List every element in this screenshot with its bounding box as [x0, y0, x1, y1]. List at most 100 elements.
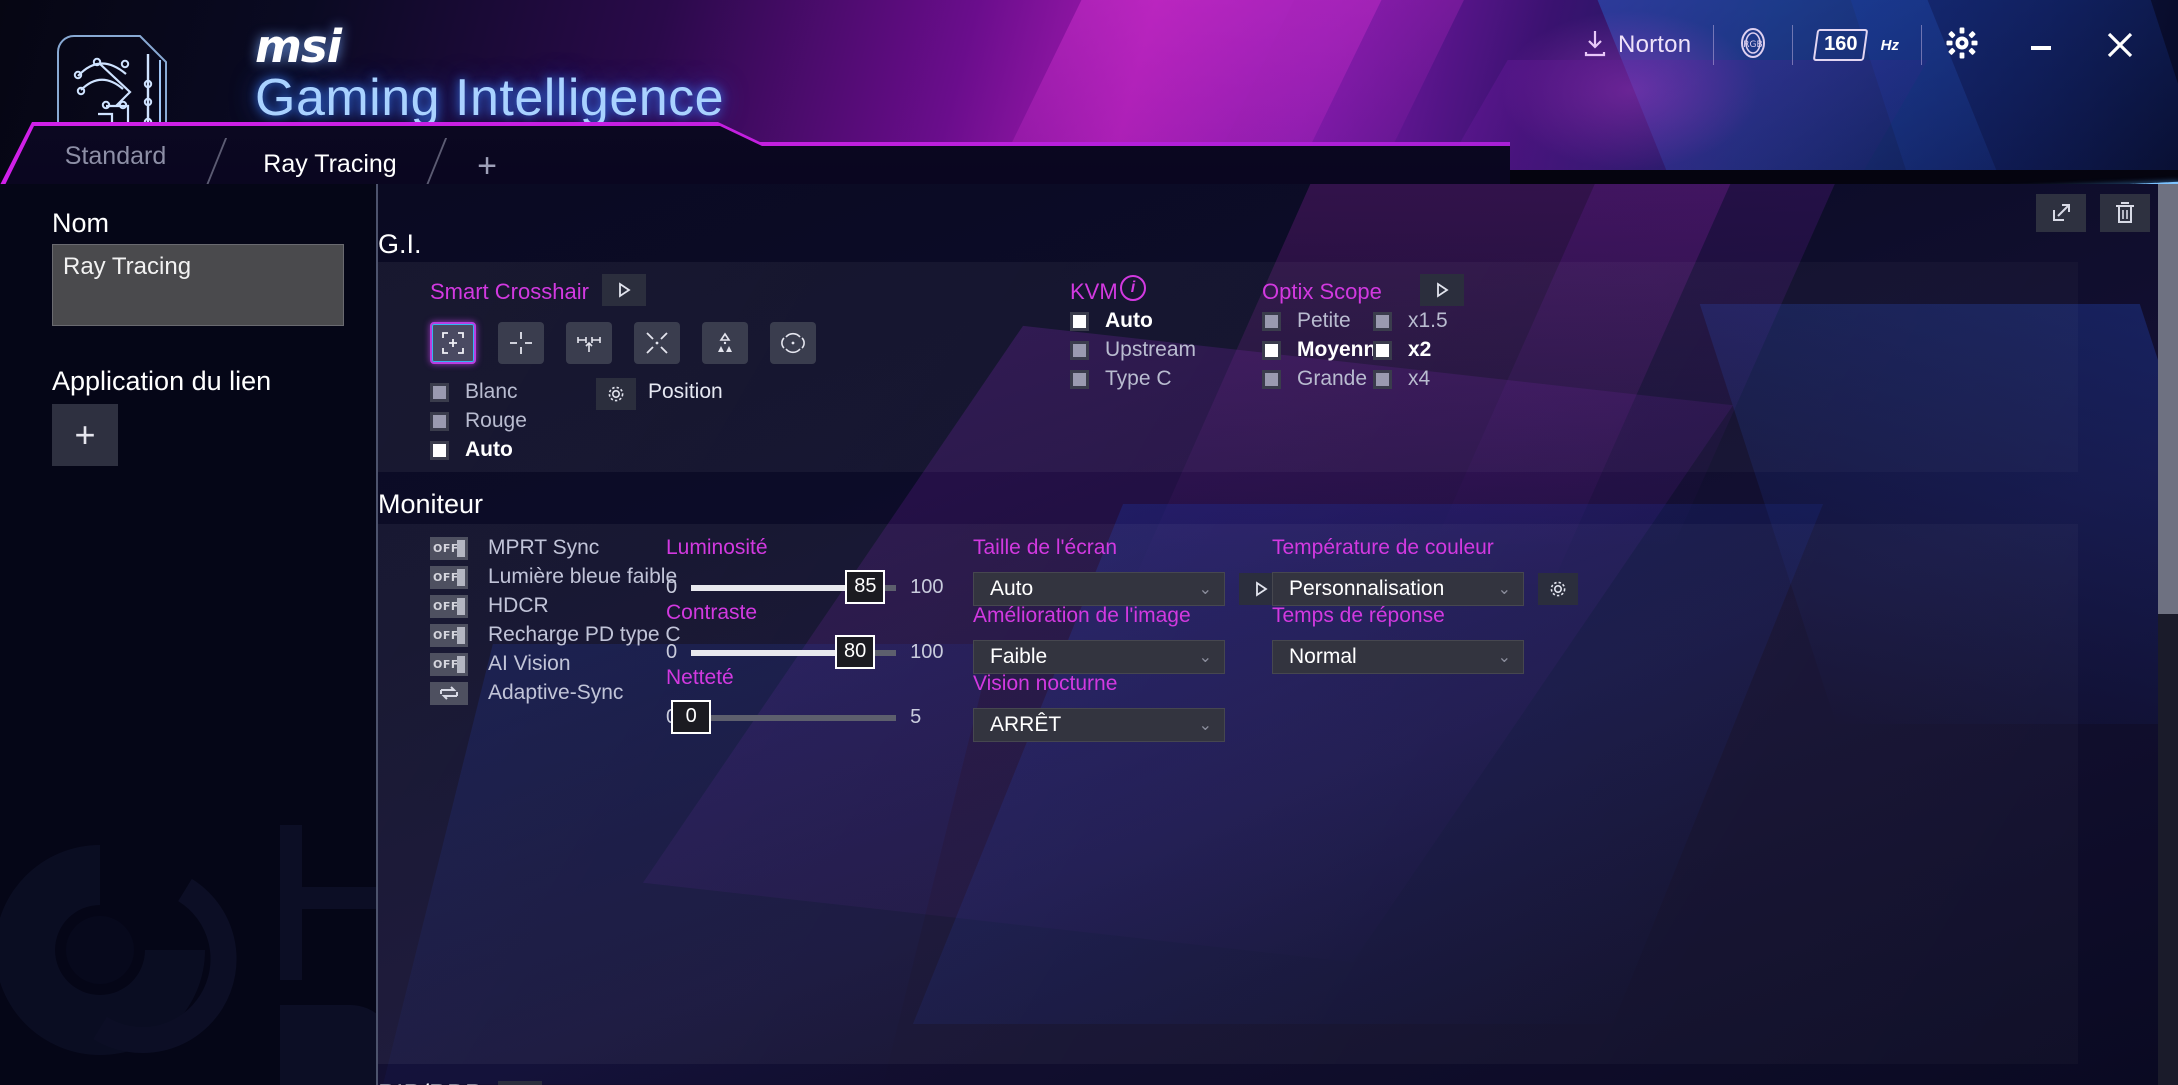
gear-icon: [1550, 581, 1566, 597]
pip-pbp-preview-button[interactable]: [498, 1081, 542, 1085]
adaptive-sync-button[interactable]: [430, 681, 468, 705]
low-blue-light-label: Lumière bleue faible: [488, 565, 678, 588]
sharpness-slider-thumb[interactable]: 0: [671, 699, 712, 734]
contrast-max: 100: [910, 641, 944, 663]
radio-box: [1262, 369, 1281, 389]
optix-zoom-x15-label: x1.5: [1408, 309, 1448, 332]
optix-zoom-x4-label: x4: [1408, 367, 1431, 390]
toggle-row-low-blue-light[interactable]: OFF Lumière bleue faible: [430, 565, 677, 589]
mprt-sync-toggle[interactable]: OFF: [430, 536, 468, 560]
export-profile-button[interactable]: [2036, 194, 2086, 232]
settings-button[interactable]: [1922, 17, 2002, 73]
rgb-button[interactable]: RGB: [1714, 17, 1792, 73]
optix-size-petite[interactable]: Petite: [1262, 309, 1351, 333]
minimize-icon: [2031, 46, 2051, 50]
delete-profile-button[interactable]: [2100, 194, 2150, 232]
image-enhancement-dropdown[interactable]: Faible ⌄: [973, 640, 1225, 674]
response-time-dropdown[interactable]: Normal ⌄: [1272, 640, 1524, 674]
norton-label: Norton: [1618, 31, 1692, 58]
optix-zoom-x4[interactable]: x4: [1373, 367, 1430, 391]
crosshair-color-rouge[interactable]: Rouge: [430, 409, 527, 433]
add-profile-tab-button[interactable]: +: [455, 142, 519, 190]
optix-size-moyenne[interactable]: Moyenne: [1262, 338, 1388, 362]
toggle-row-pd-type-c[interactable]: OFF Recharge PD type C: [430, 623, 681, 647]
image-enhancement-value: Faible: [990, 645, 1048, 668]
tab-ray-tracing[interactable]: Ray Tracing: [250, 140, 410, 188]
chevron-down-icon: ⌄: [1497, 649, 1511, 666]
refresh-rate-button[interactable]: 160 Hz: [1793, 17, 1921, 73]
pd-type-c-label: Recharge PD type C: [488, 623, 681, 646]
night-vision-value: ARRÊT: [990, 713, 1062, 736]
content-scrollbar-thumb[interactable]: [2158, 184, 2178, 614]
kvm-option-typec[interactable]: Type C: [1070, 367, 1172, 391]
optix-size-grande[interactable]: Grande: [1262, 367, 1367, 391]
chevron-down-icon: ⌄: [1198, 717, 1212, 734]
sharpness-slider[interactable]: 0: [671, 699, 897, 734]
crosshair-color-blanc[interactable]: Blanc: [430, 380, 518, 404]
crosshair-color-auto[interactable]: Auto: [430, 438, 513, 462]
crosshair-color-blanc-label: Blanc: [465, 380, 518, 403]
content-scrollbar[interactable]: [2158, 184, 2178, 1085]
night-vision-dropdown[interactable]: ARRÊT ⌄: [973, 708, 1225, 742]
kvm-option-auto[interactable]: Auto: [1070, 309, 1153, 333]
kvm-option-auto-label: Auto: [1105, 309, 1153, 332]
toggle-row-mprt-sync[interactable]: OFF MPRT Sync: [430, 536, 599, 560]
optix-zoom-x2[interactable]: x2: [1373, 338, 1431, 362]
crosshair-dashed-cross-icon: [510, 332, 532, 354]
crosshair-bracket-plus-button[interactable]: [430, 322, 476, 364]
chevron-down-icon: ⌄: [1198, 581, 1212, 598]
refresh-rate-unit: Hz: [1880, 36, 1899, 54]
ai-vision-toggle[interactable]: OFF: [430, 652, 468, 676]
toggle-knob: [457, 626, 465, 644]
crosshair-x-dot-button[interactable]: [634, 322, 680, 364]
info-icon[interactable]: i: [1120, 275, 1146, 301]
toggle-row-hdcr[interactable]: OFF HDCR: [430, 594, 549, 618]
radio-box: [1262, 311, 1281, 331]
toggle-knob: [457, 597, 465, 615]
crosshair-bracket-plus-icon: [442, 332, 464, 354]
brightness-slider[interactable]: 85: [691, 569, 897, 604]
response-time-block: Temps de réponse Normal ⌄: [1272, 604, 1524, 674]
chevron-down-icon: ⌄: [1198, 649, 1212, 666]
brightness-slider-block: Luminosité 0 85 100: [666, 536, 944, 604]
toggle-row-adaptive-sync[interactable]: Adaptive-Sync: [430, 681, 623, 705]
norton-button[interactable]: Norton: [1560, 17, 1713, 73]
crosshair-position-button[interactable]: [596, 378, 636, 410]
tab-bar: Standard Ray Tracing + fenêtre fendue Ou…: [0, 110, 2178, 294]
contrast-slider[interactable]: 80: [691, 634, 897, 669]
crosshair-circle-dot-button[interactable]: [770, 322, 816, 364]
contrast-slider-thumb[interactable]: 80: [835, 634, 876, 669]
color-temperature-dropdown[interactable]: Personnalisation ⌄: [1272, 572, 1524, 606]
contrast-label: Contraste: [666, 601, 758, 624]
tab-standard[interactable]: Standard: [38, 132, 193, 180]
smart-crosshair-preview-button[interactable]: [602, 274, 646, 306]
crosshair-triangles-button[interactable]: [702, 322, 748, 364]
radio-box: [1070, 340, 1089, 360]
low-blue-light-toggle[interactable]: OFF: [430, 565, 468, 589]
profile-name-input[interactable]: Ray Tracing: [52, 244, 344, 326]
add-linked-app-button[interactable]: +: [52, 404, 118, 466]
close-button[interactable]: [2080, 15, 2160, 75]
sync-arrows-icon: [440, 686, 458, 700]
contrast-slider-fill: [691, 649, 856, 656]
crosshair-arrows-t-button[interactable]: [566, 322, 612, 364]
kvm-option-upstream[interactable]: Upstream: [1070, 338, 1196, 362]
radio-box: [430, 382, 449, 402]
gi-section-title: G.I.: [378, 229, 422, 259]
crosshair-dashed-cross-button[interactable]: [498, 322, 544, 364]
color-temperature-settings-button[interactable]: [1538, 573, 1578, 605]
screen-size-value: Auto: [990, 577, 1034, 600]
screen-size-dropdown[interactable]: Auto ⌄: [973, 572, 1225, 606]
minimize-button[interactable]: [2002, 15, 2080, 75]
optix-zoom-x15[interactable]: x1.5: [1373, 309, 1448, 333]
radio-box: [1373, 311, 1392, 331]
crosshair-circle-dot-icon: [781, 332, 805, 354]
content-area: G.I. Smart Crosshair Blanc Rouge Auto Po…: [378, 184, 2178, 1085]
brightness-slider-thumb[interactable]: 85: [845, 569, 886, 604]
hdcr-toggle[interactable]: OFF: [430, 594, 468, 618]
radio-box: [1070, 369, 1089, 389]
optix-scope-preview-button[interactable]: [1420, 274, 1464, 306]
pd-type-c-toggle[interactable]: OFF: [430, 623, 468, 647]
optix-size-petite-label: Petite: [1297, 309, 1351, 332]
toggle-row-ai-vision[interactable]: OFF AI Vision: [430, 652, 571, 676]
